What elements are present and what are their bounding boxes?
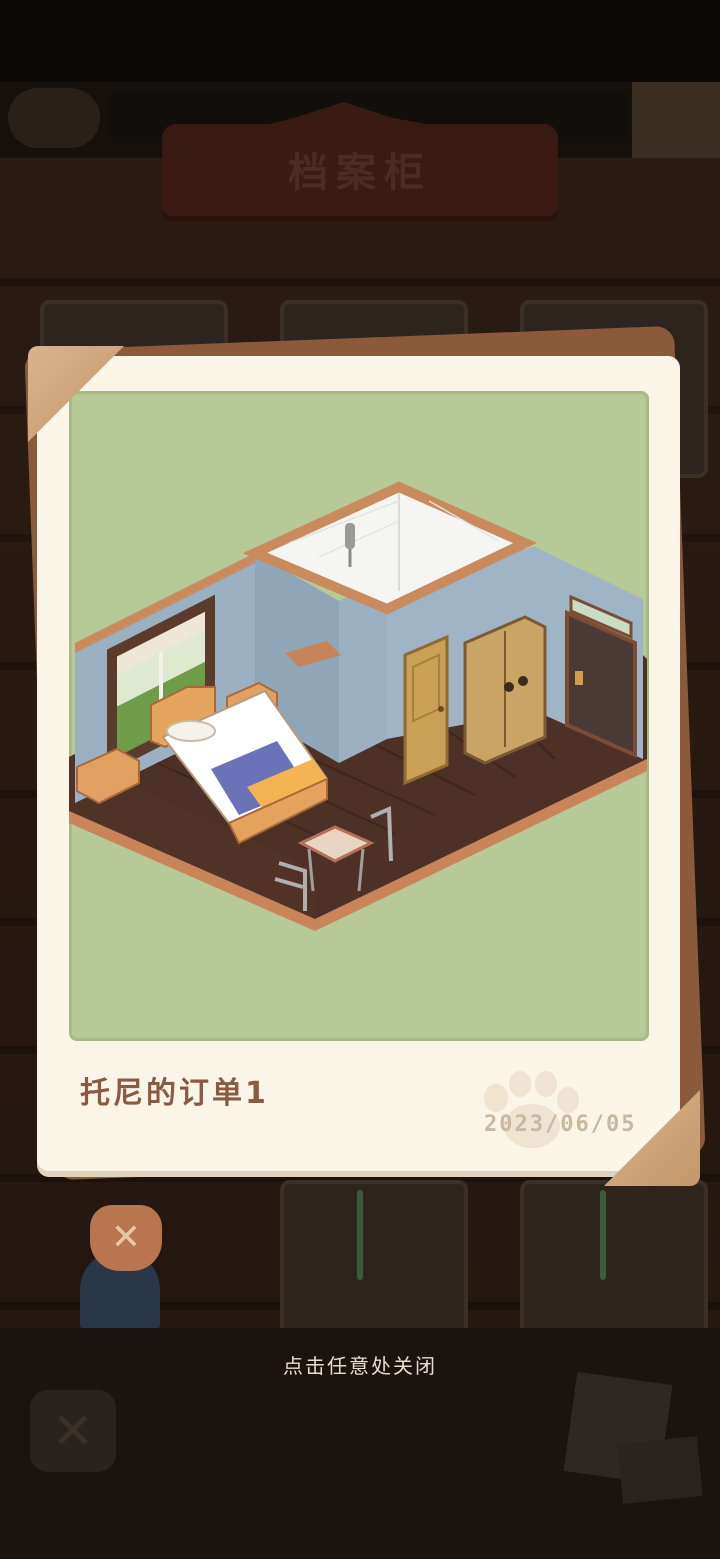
top-right-card bbox=[632, 82, 720, 158]
tap-anywhere-to-close-hint[interactable]: 点击任意处关闭 bbox=[0, 1350, 720, 1379]
photo-date: 2023/06/05 bbox=[484, 1112, 637, 1137]
back-button[interactable] bbox=[8, 88, 100, 148]
folder-string bbox=[357, 1190, 363, 1280]
shower-head bbox=[345, 523, 355, 549]
close-x-icon[interactable]: ✕ bbox=[30, 1390, 116, 1472]
top-black-bar bbox=[0, 0, 720, 82]
folder-string bbox=[600, 1190, 606, 1280]
pillow bbox=[166, 720, 216, 742]
photo-title: 托尼的订单1 bbox=[80, 1076, 269, 1111]
dismiss-bubble-icon[interactable]: ✕ bbox=[90, 1205, 162, 1271]
isometric-bedroom-illustration bbox=[69, 481, 647, 931]
note-paper bbox=[617, 1435, 703, 1505]
header-title: 档案柜 bbox=[288, 150, 432, 196]
